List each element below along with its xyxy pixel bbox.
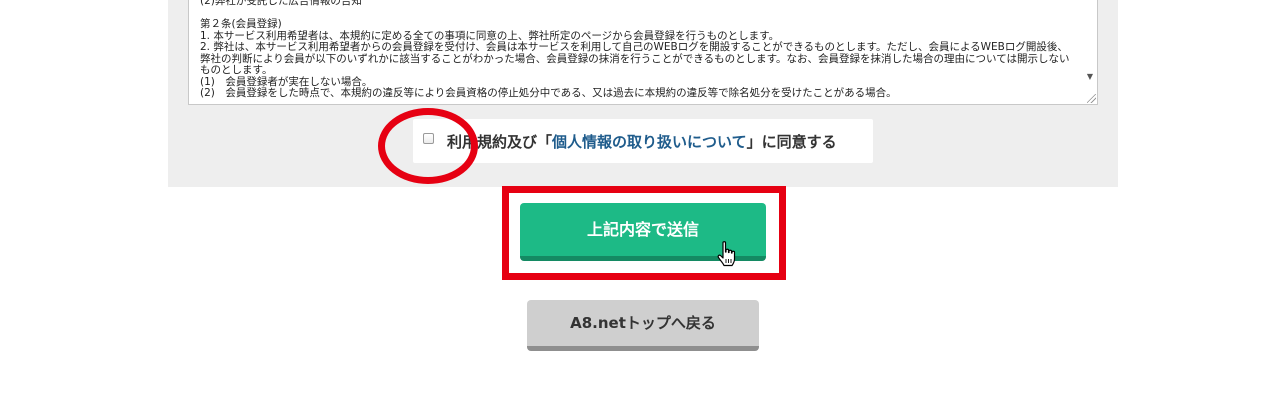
agree-label-suffix: 」に同意する (746, 133, 837, 151)
agree-label[interactable]: 利用規約及び「個人情報の取り扱いについて」に同意する (447, 131, 837, 152)
agreement-box: 利用規約及び「個人情報の取り扱いについて」に同意する (413, 119, 873, 163)
highlight-circle (378, 108, 478, 184)
back-to-top-button[interactable]: A8.netトップへ戻る (527, 300, 759, 351)
scroll-down-arrow-icon[interactable]: ▼ (1087, 72, 1093, 81)
highlight-rectangle (502, 186, 786, 280)
resize-grip-icon[interactable] (1087, 94, 1096, 103)
terms-text: (2)弊社が受託した広告情報の告知 第２条(会員登録) 1. 本サービス利用希望… (200, 0, 1070, 99)
privacy-policy-link[interactable]: 個人情報の取り扱いについて (552, 133, 747, 151)
terms-textarea[interactable]: (2)弊社が受託した広告情報の告知 第２条(会員登録) 1. 本サービス利用希望… (188, 0, 1098, 105)
hand-pointer-icon (717, 241, 736, 267)
